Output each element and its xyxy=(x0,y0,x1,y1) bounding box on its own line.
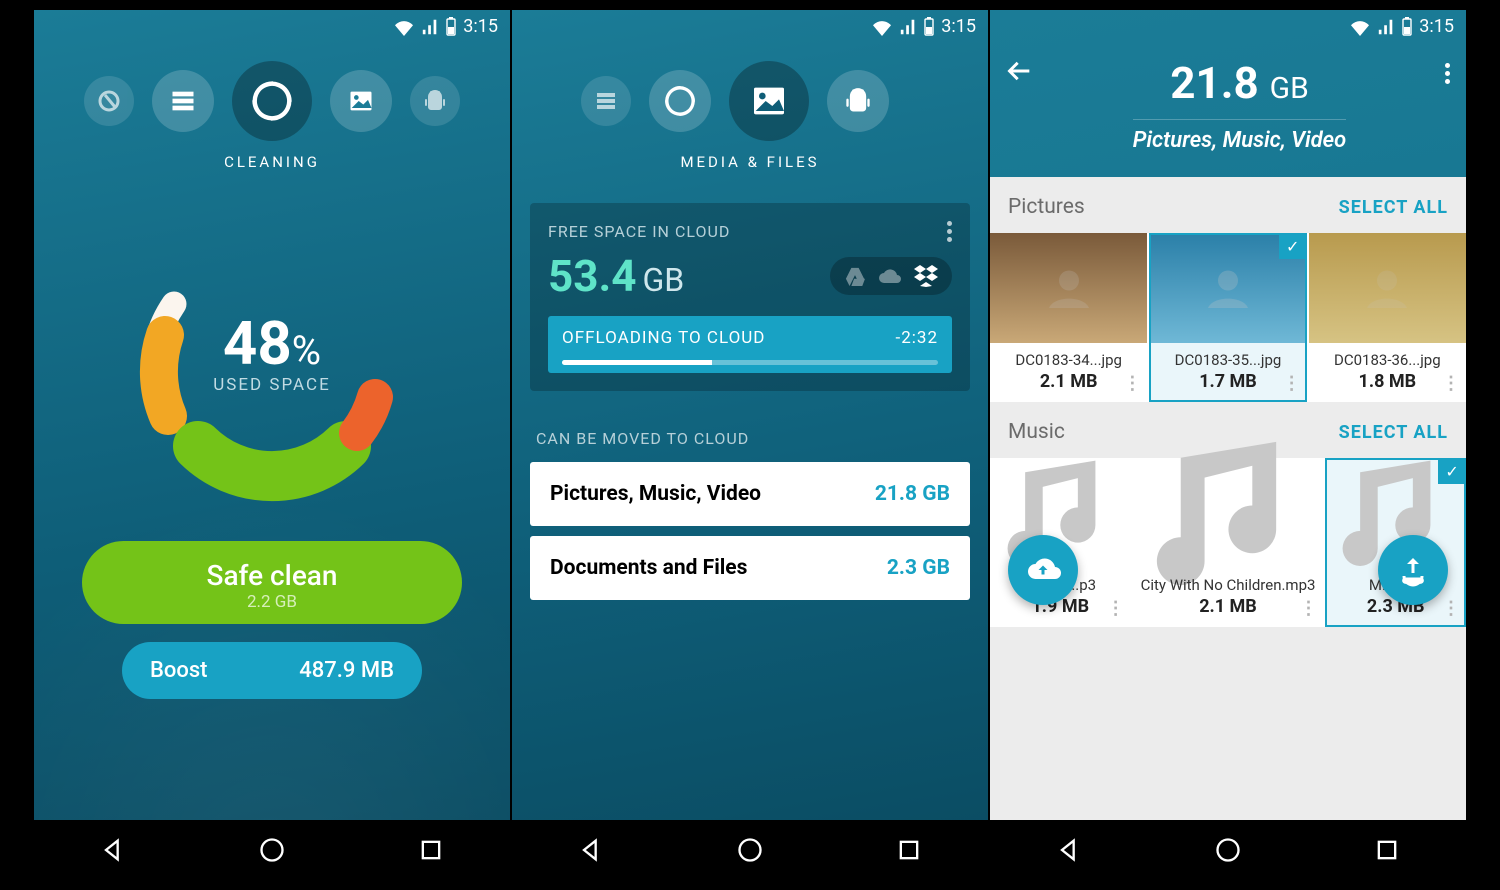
wifi-icon xyxy=(871,18,893,36)
category-nav xyxy=(512,43,988,153)
pictures-section-label: Pictures xyxy=(1008,195,1085,219)
offload-progress: OFFLOADING TO CLOUD -2:32 xyxy=(548,316,952,373)
category-nav xyxy=(34,43,510,153)
delete-fab[interactable] xyxy=(1378,535,1448,605)
cloud-free-value: 53.4GB xyxy=(548,250,684,302)
screen-cleaning: 3:15 CLEANING 48% USED SPACE Safe clea xyxy=(34,10,510,880)
back-icon[interactable] xyxy=(577,836,605,864)
more-icon[interactable]: ⋮ xyxy=(1442,373,1460,394)
move-row-docs[interactable]: Documents and Files2.3 GB xyxy=(530,536,970,600)
android-navbar xyxy=(990,820,1466,880)
home-icon[interactable] xyxy=(1214,836,1242,864)
android-navbar xyxy=(34,820,510,880)
picture-tile[interactable]: DC0183-36...jpg 1.8 MB⋮ xyxy=(1309,233,1466,402)
recents-icon[interactable] xyxy=(417,836,445,864)
music-tiles: ...y To ...p3 1.9 MB⋮ City With No Child… xyxy=(990,458,1466,627)
music-section-label: Music xyxy=(1008,420,1065,444)
recents-icon[interactable] xyxy=(895,836,923,864)
recents-icon[interactable] xyxy=(1373,836,1401,864)
nav-avast-icon[interactable] xyxy=(84,76,134,126)
back-arrow-icon[interactable] xyxy=(1006,57,1034,85)
nav-media-icon[interactable] xyxy=(729,61,809,141)
nav-storage-icon[interactable] xyxy=(152,70,214,132)
more-icon[interactable]: ⋮ xyxy=(1299,598,1317,619)
statusbar: 3:15 xyxy=(512,10,988,43)
nav-storage-icon[interactable] xyxy=(581,76,631,126)
wifi-icon xyxy=(393,18,415,36)
wifi-icon xyxy=(1349,18,1371,36)
overflow-menu-icon[interactable] xyxy=(1445,63,1450,84)
picture-tiles: DC0183-34...jpg 2.1 MB⋮ ✓ DC0183-35...jp… xyxy=(990,233,1466,402)
picture-tile[interactable]: DC0183-34...jpg 2.1 MB⋮ xyxy=(990,233,1147,402)
nav-android-icon[interactable] xyxy=(827,70,889,132)
back-icon[interactable] xyxy=(99,836,127,864)
signal-icon xyxy=(899,18,917,36)
nav-cleaning-icon[interactable] xyxy=(232,61,312,141)
music-tile[interactable]: City With No Children.mp3 2.1 MB⋮ xyxy=(1133,458,1324,627)
category-label: MEDIA & FILES xyxy=(512,153,988,191)
cloud-provider-icons[interactable] xyxy=(830,257,952,295)
statusbar: 3:15 xyxy=(990,10,1466,43)
category-label: CLEANING xyxy=(34,153,510,191)
check-icon: ✓ xyxy=(1279,233,1307,259)
upload-to-cloud-fab[interactable] xyxy=(1008,535,1078,605)
card-more-icon[interactable] xyxy=(947,221,952,242)
select-all-music[interactable]: SELECT ALL xyxy=(1339,422,1448,443)
clock: 3:15 xyxy=(1419,16,1454,37)
nav-media-icon[interactable] xyxy=(330,70,392,132)
cloud-free-card: FREE SPACE IN CLOUD 53.4GB OFFLOADING TO… xyxy=(530,203,970,391)
screen-file-list: 3:15 21.8 GB Pictures, Music, Video Pict… xyxy=(990,10,1466,880)
page-title: 21.8 GB Pictures, Music, Video xyxy=(1034,57,1445,153)
more-icon[interactable]: ⋮ xyxy=(1283,373,1301,394)
home-icon[interactable] xyxy=(258,836,286,864)
move-row-media[interactable]: Pictures, Music, Video21.8 GB xyxy=(530,462,970,526)
android-navbar xyxy=(512,820,988,880)
signal-icon xyxy=(1377,18,1395,36)
more-icon[interactable]: ⋮ xyxy=(1107,598,1125,619)
boost-button[interactable]: Boost 487.9 MB xyxy=(122,642,422,699)
signal-icon xyxy=(421,18,439,36)
clock: 3:15 xyxy=(463,16,498,37)
move-to-cloud-label: CAN BE MOVED TO CLOUD xyxy=(512,403,988,462)
offload-remaining: -2:32 xyxy=(896,328,938,348)
picture-tile[interactable]: ✓ DC0183-35...jpg 1.7 MB⋮ xyxy=(1149,233,1306,402)
select-all-pictures[interactable]: SELECT ALL xyxy=(1339,197,1448,218)
screen-media-files: 3:15 MEDIA & FILES FREE SPACE IN CLOUD 5… xyxy=(512,10,988,880)
statusbar: 3:15 xyxy=(34,10,510,43)
safe-clean-button[interactable]: Safe clean 2.2 GB xyxy=(82,541,462,624)
nav-cleaning-icon[interactable] xyxy=(649,70,711,132)
used-space-gauge: 48% USED SPACE xyxy=(112,221,432,481)
dropbox-icon xyxy=(914,265,938,287)
battery-icon xyxy=(923,17,935,37)
battery-icon xyxy=(1401,17,1413,37)
cloud-free-label: FREE SPACE IN CLOUD xyxy=(548,222,730,241)
nav-android-icon[interactable] xyxy=(410,76,460,126)
gdrive-icon xyxy=(844,266,866,286)
more-icon[interactable]: ⋮ xyxy=(1123,373,1141,394)
battery-icon xyxy=(445,17,457,37)
check-icon: ✓ xyxy=(1438,458,1466,484)
home-icon[interactable] xyxy=(736,836,764,864)
clock: 3:15 xyxy=(941,16,976,37)
onedrive-icon xyxy=(878,267,902,285)
more-icon[interactable]: ⋮ xyxy=(1442,598,1460,619)
back-icon[interactable] xyxy=(1055,836,1083,864)
